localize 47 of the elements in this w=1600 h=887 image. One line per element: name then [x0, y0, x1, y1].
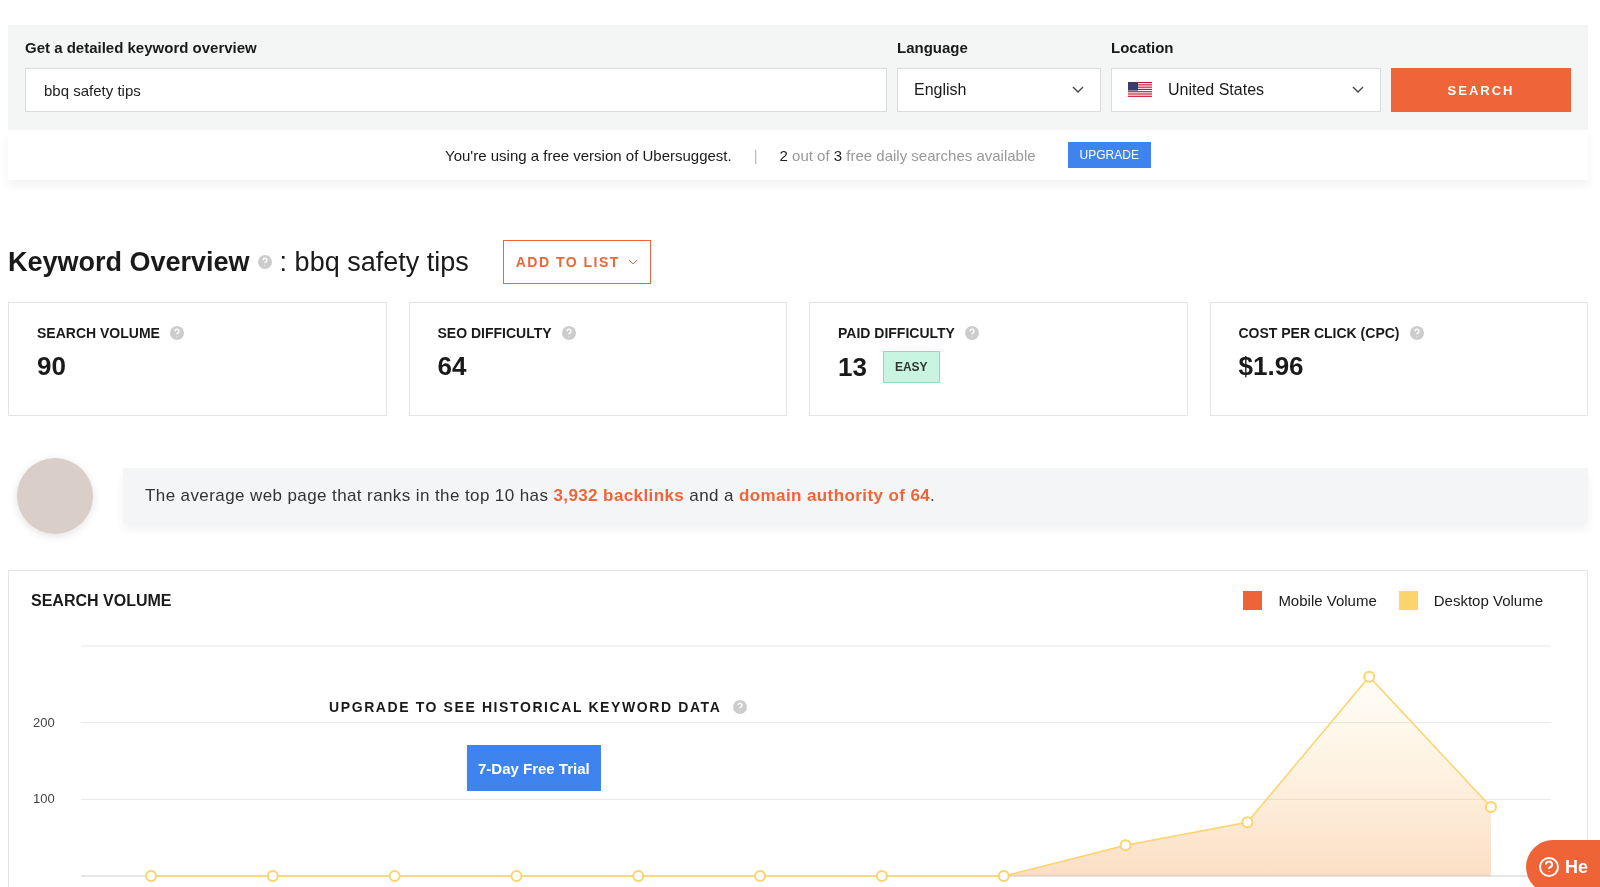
domain-authority-link[interactable]: domain authority of 64 [739, 486, 931, 505]
help-icon[interactable] [257, 255, 272, 269]
help-icon [1538, 856, 1560, 878]
metric-label: PAID DIFFICULTY [838, 325, 955, 341]
help-icon[interactable] [964, 326, 979, 340]
upgrade-button[interactable]: UPGRADE [1067, 142, 1151, 168]
upgrade-message: UPGRADE TO SEE HISTORICAL KEYWORD DATA [329, 699, 722, 715]
tip-text: The average web page that ranks in the top 10 has 3,932 backlinks and a domain authority of 64. [145, 486, 936, 506]
metric-label: SEARCH VOLUME [37, 325, 160, 341]
location-select[interactable]: United States [1111, 68, 1381, 112]
search-button[interactable]: SEARCH [1391, 68, 1571, 112]
metric-label: COST PER CLICK (CPC) [1238, 325, 1400, 341]
metric-value: $1.96 [1238, 351, 1304, 382]
metric-value: 64 [437, 351, 467, 382]
help-icon[interactable] [169, 326, 184, 340]
keyword-input[interactable]: bbq safety tips [25, 68, 887, 112]
field-label: Location [1111, 39, 1175, 56]
metric-label: SEO DIFFICULTY [437, 325, 552, 341]
legend-label: Mobile Volume [1278, 592, 1377, 609]
data-point [1119, 839, 1132, 852]
legend-label: Desktop Volume [1433, 592, 1543, 609]
help-button[interactable]: He [1526, 840, 1600, 887]
axis-label: 100 [33, 791, 55, 807]
axis-label: 200 [33, 714, 55, 730]
quota-text: 2 out of 3 free daily searches available [779, 146, 1036, 164]
help-icon[interactable] [1409, 326, 1424, 340]
chevron-down-icon [1352, 86, 1364, 94]
separator: | [753, 146, 758, 164]
data-point [1241, 816, 1254, 829]
notice-text: You're using a free version of Ubersuggest. [445, 146, 732, 164]
metric-value: 13 [838, 351, 867, 383]
metric-value: 90 [37, 351, 66, 382]
chevron-down-icon [1072, 86, 1084, 94]
backlinks-link[interactable]: 3,932 backlinks [553, 486, 685, 505]
field-label: Get a detailed keyword overview [25, 39, 258, 56]
difficulty-badge: EASY [882, 351, 940, 383]
chevron-down-icon [627, 259, 638, 265]
help-icon[interactable] [561, 326, 576, 340]
help-icon[interactable] [733, 700, 748, 714]
language-select[interactable]: English [897, 68, 1101, 112]
chart-title: SEARCH VOLUME [31, 591, 172, 610]
field-label: Language [897, 39, 969, 56]
add-to-list-button[interactable]: ADD TO LIST [502, 240, 651, 284]
free-trial-button[interactable]: 7-Day Free Trial [467, 745, 601, 791]
flag-icon [1128, 82, 1152, 98]
page-title: Keyword Overview [8, 246, 250, 278]
keyword-title: : bbq safety tips [279, 246, 469, 278]
